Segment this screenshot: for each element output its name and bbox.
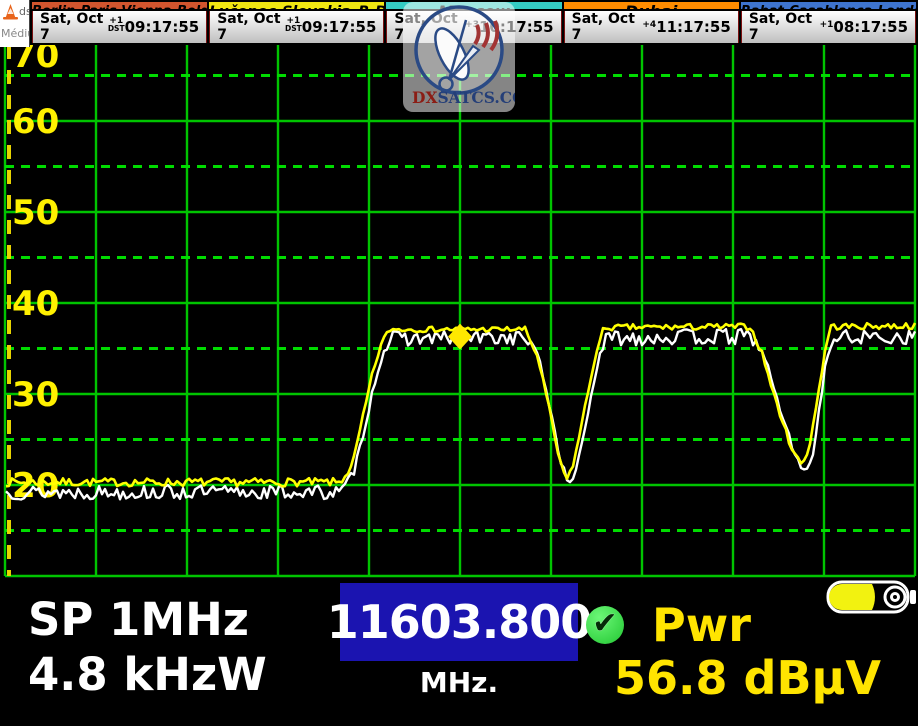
logo-text: DXSATCS.COM: [412, 88, 515, 107]
clock-time: 09:17:55: [125, 18, 200, 36]
rbw-setting: 4.8 kHzW: [28, 648, 267, 701]
svg-text:30: 30: [12, 375, 59, 415]
city-name: Rabat-Casablanca-London: [741, 2, 916, 11]
city-name: Dubai: [564, 2, 739, 11]
menu-item-media[interactable]: Médiu: [1, 27, 30, 40]
clock-panel-dubai: Dubai Sat, Oct 7 +4 11:17:55: [562, 0, 739, 45]
clock-time: 11:17:55: [656, 18, 731, 36]
clock-date: Sat, Oct 7: [749, 11, 820, 43]
clock-date: Sat, Oct 7: [217, 11, 285, 43]
clock-time: 09:17:55: [302, 18, 377, 36]
battery-icon: [826, 579, 918, 615]
clock-panel-lucenec: Lučenec-Slovakia_R.Dávid Sat, Oct 7 +1DS…: [207, 0, 384, 45]
city-name: Berlin-Paris-Vienna-Belgrade: [32, 2, 207, 11]
city-name: Lučenec-Slovakia_R.Dávid: [209, 2, 384, 11]
frequency-unit: MHz.: [340, 666, 578, 699]
svg-text:70: 70: [12, 45, 59, 76]
spectrum-chart: 706050403020: [0, 45, 918, 579]
analyzer-screen: 706050403020 ds Médiu Berlin-Paris-Vienn…: [0, 0, 918, 726]
svg-text:50: 50: [12, 193, 59, 233]
clock-time: 08:17:55: [833, 18, 908, 36]
window-title-fragment: ds: [19, 5, 30, 18]
clock-date: Sat, Oct 7: [40, 11, 108, 43]
vlc-window-fragment[interactable]: ds Médiu: [0, 0, 30, 47]
clock-date: Sat, Oct 7: [572, 11, 643, 43]
power-label: Pwr: [652, 598, 751, 652]
svg-text:40: 40: [12, 284, 59, 324]
dst-flag: DST: [285, 25, 302, 33]
span-setting: SP 1MHz: [28, 593, 249, 646]
svg-text:60: 60: [12, 102, 59, 142]
frequency-readout-box: 11603.800: [340, 583, 578, 661]
utc-offset: +1: [820, 21, 834, 29]
dst-flag: DST: [108, 25, 125, 33]
check-icon: ✔: [586, 606, 624, 644]
vlc-cone-icon: [2, 3, 19, 21]
clock-panel-rabat: Rabat-Casablanca-London Sat, Oct 7 +1 08…: [739, 0, 918, 45]
dxsatcs-watermark: DXSATCS.COM: [403, 2, 515, 112]
utc-offset: +4: [642, 21, 656, 29]
clock-panel-berlin: Berlin-Paris-Vienna-Belgrade Sat, Oct 7 …: [30, 0, 207, 45]
power-value: 56.8 dBµV: [614, 651, 881, 705]
frequency-value: 11603.800: [327, 595, 592, 649]
